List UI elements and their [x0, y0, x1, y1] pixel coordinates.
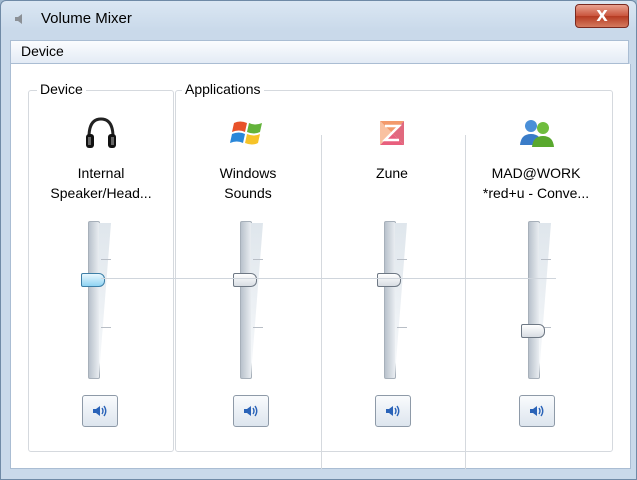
- volume-slider-thumb[interactable]: [521, 324, 545, 339]
- channel-label: Zune: [376, 165, 408, 181]
- menu-device[interactable]: Device: [21, 43, 64, 59]
- channel-windows-sounds: Windows Sounds: [176, 91, 320, 451]
- messenger-users-icon: [520, 120, 554, 147]
- windows-logo-icon: [230, 121, 262, 145]
- level-guide-line: [101, 277, 556, 279]
- title-bar[interactable]: Volume Mixer X: [1, 1, 636, 37]
- channel-label: Internal Speaker/Head...: [50, 165, 152, 201]
- speaker-icon: [15, 14, 22, 24]
- menu-bar: Device: [10, 40, 629, 64]
- volume-slider-thumb[interactable]: [377, 272, 401, 287]
- volume-wedge: [539, 223, 551, 375]
- speaker-icon: [244, 405, 258, 417]
- volume-wedge: [395, 223, 407, 375]
- close-icon: X: [596, 7, 608, 25]
- mute-button[interactable]: [233, 395, 269, 427]
- volume-slider-track[interactable]: [88, 221, 100, 379]
- volume-wedge: [99, 223, 111, 375]
- device-group: Device Internal Speaker/Head...: [28, 81, 174, 452]
- volume-slider-track[interactable]: [240, 221, 252, 379]
- volume-wedge: [251, 223, 263, 375]
- mixer-client-area: Device Internal Speaker/Head... Applicat…: [10, 64, 631, 469]
- zune-logo-icon: [380, 121, 404, 145]
- window-title: Volume Mixer: [41, 10, 132, 27]
- volume-slider-track[interactable]: [528, 221, 540, 379]
- volume-slider-thumb[interactable]: [81, 272, 105, 287]
- mute-button[interactable]: [82, 395, 118, 427]
- channel-zune: Zune: [320, 91, 464, 451]
- channel-device: Internal Speaker/Head...: [29, 91, 173, 451]
- mute-button[interactable]: [375, 395, 411, 427]
- speaker-icon: [386, 405, 400, 417]
- channel-label: Windows Sounds: [219, 165, 277, 201]
- mute-button[interactable]: [519, 395, 555, 427]
- volume-mixer-window: Volume Mixer X Device Device Internal Sp: [0, 0, 637, 480]
- channel-mad-at-work: MAD@WORK *red+u - Conve...: [464, 91, 608, 451]
- headphones-icon: [86, 117, 116, 148]
- applications-group: Applications Windows Sounds Zune MAD@WOR…: [175, 81, 613, 469]
- speaker-icon: [93, 405, 107, 417]
- volume-slider-thumb[interactable]: [233, 272, 257, 287]
- speaker-icon: [530, 405, 544, 417]
- channel-label: MAD@WORK *red+u - Conve...: [482, 165, 590, 201]
- volume-slider-track[interactable]: [384, 221, 396, 379]
- close-button[interactable]: X: [575, 4, 629, 28]
